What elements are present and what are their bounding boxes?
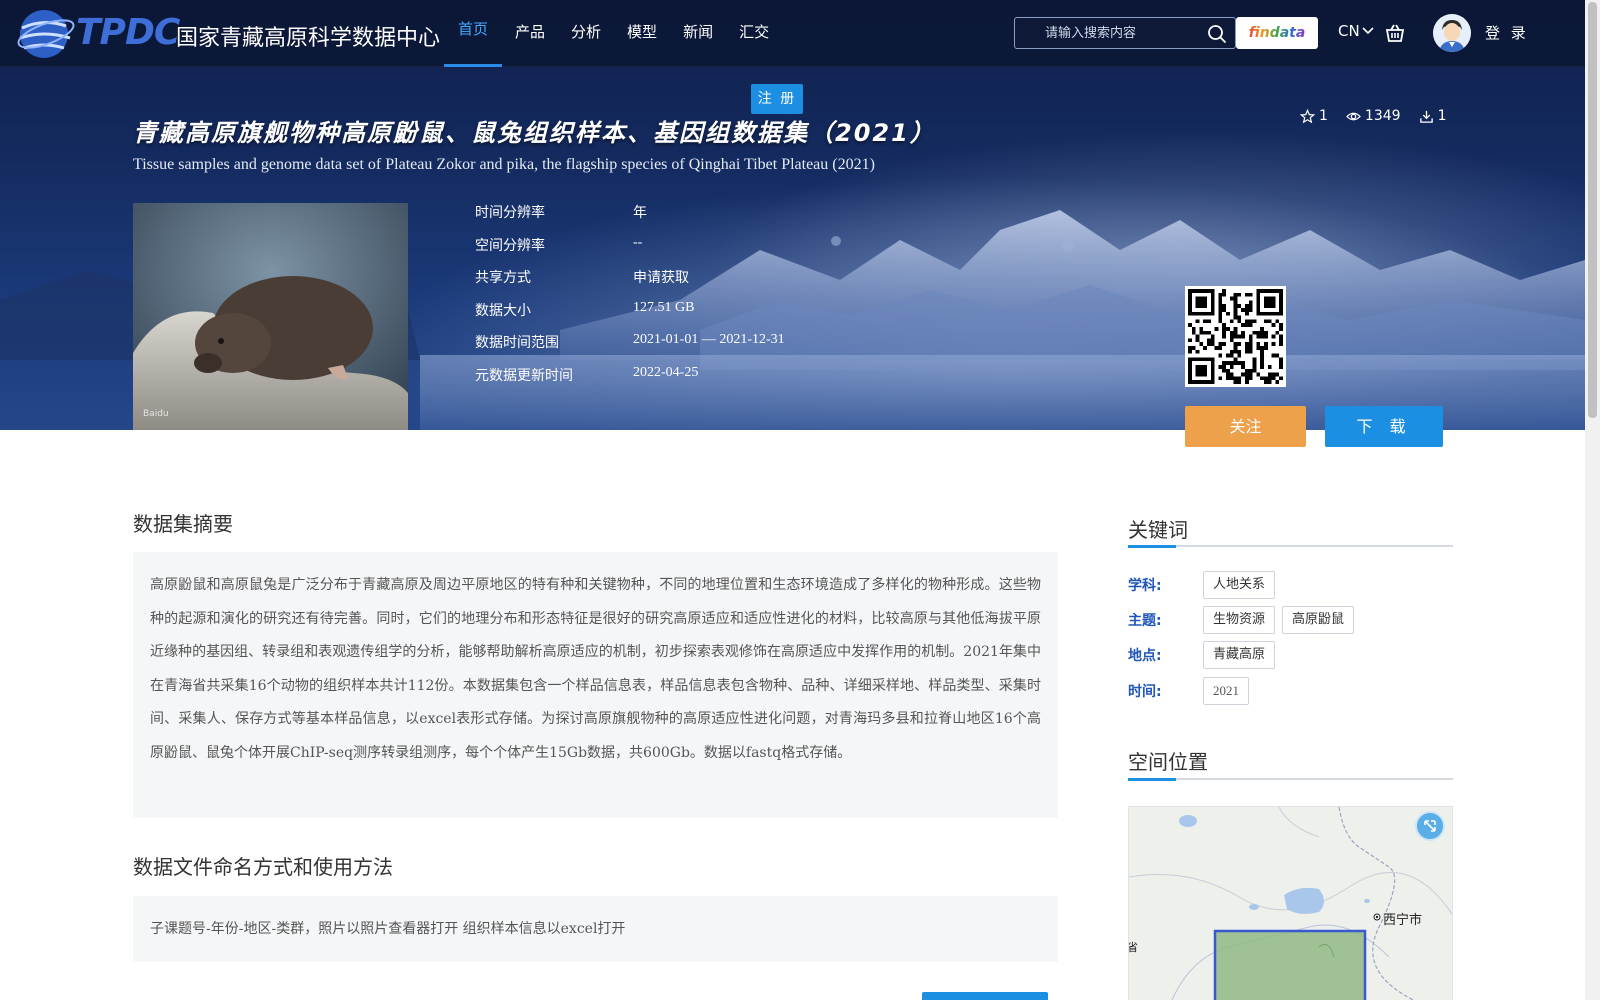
chevron-down-icon (1362, 27, 1374, 35)
keyword-label: 主题: (1128, 613, 1162, 629)
map-edge-label: 省 (1128, 941, 1138, 954)
search-box (1014, 17, 1236, 49)
keywords-heading: 关键词 (1128, 518, 1188, 542)
meta-label: 数据大小 (475, 302, 531, 319)
download-count: 1 (1419, 108, 1447, 124)
qr-code-image (1188, 289, 1283, 384)
map-city-label: 西宁市 (1383, 913, 1423, 928)
search-input[interactable] (1045, 18, 1205, 48)
page-scrollbar[interactable] (1585, 0, 1600, 1000)
abstract-heading: 数据集摘要 (133, 512, 233, 536)
scrollbar-thumb[interactable] (1588, 2, 1597, 418)
findata-label: findata (1248, 25, 1306, 41)
keywords-underline (1128, 545, 1453, 548)
zokor-photo: Baidu (133, 203, 408, 430)
logo-abbreviation: TPDC (76, 12, 180, 53)
cart-icon[interactable] (1384, 22, 1406, 44)
site-name: 国家青藏高原科学数据中心 (176, 26, 441, 51)
abstract-panel: 高原鼢鼠和高原鼠兔是广泛分布于青藏高原及周边平原地区的特有种和关键物种，不同的地… (133, 552, 1058, 818)
keyword-tag[interactable]: 高原鼢鼠 (1282, 606, 1355, 634)
dataset-title-cn: 青藏高原旗舰物种高原鼢鼠、鼠兔组织样本、基因组数据集（2021） (133, 119, 936, 147)
keyword-tags: 生物资源 高原鼢鼠 (1203, 606, 1355, 634)
nav-submit[interactable]: 汇交 (726, 0, 782, 67)
location-heading: 空间位置 (1128, 750, 1208, 774)
section-action-button[interactable] (922, 992, 1048, 1000)
view-count-value: 1349 (1364, 108, 1401, 124)
keyword-tag[interactable]: 青藏高原 (1203, 641, 1276, 669)
abstract-text: 高原鼢鼠和高原鼠兔是广泛分布于青藏高原及周边平原地区的特有种和关键物种，不同的地… (150, 577, 1041, 761)
meta-label: 数据时间范围 (475, 335, 559, 351)
keyword-tag[interactable]: 人地关系 (1203, 571, 1276, 599)
star-count-value: 1 (1319, 108, 1328, 124)
dataset-title-en: Tissue samples and genome data set of Pl… (133, 156, 875, 173)
download-button[interactable]: 下 载 (1325, 406, 1443, 447)
main-nav: 首页 产品 分析 模型 新闻 汇交 (444, 0, 782, 67)
language-label: CN (1338, 22, 1360, 40)
file-naming-panel: 子课题号-年份-地区-类群，照片以照片查看器打开 组织样本信息以excel打开 (133, 896, 1058, 962)
meta-label: 元数据更新时间 (475, 367, 573, 384)
nav-products[interactable]: 产品 (502, 0, 558, 67)
location-underline (1128, 778, 1453, 781)
meta-value: 2022-04-25 (633, 364, 699, 380)
location-map[interactable]: 西宁市 省 (1128, 806, 1453, 1000)
keyword-tag[interactable]: 2021 (1203, 677, 1249, 705)
nav-news[interactable]: 新闻 (670, 0, 726, 67)
fullscreen-icon (1424, 820, 1436, 832)
file-naming-text: 子课题号-年份-地区-类群，照片以照片查看器打开 组织样本信息以excel打开 (150, 921, 626, 937)
keyword-tags: 2021 (1203, 677, 1249, 705)
star-count[interactable]: 1 (1300, 108, 1328, 124)
meta-value: 2021-01-01 — 2021-12-31 (633, 332, 785, 347)
qr-code (1185, 286, 1286, 387)
globe-logo-icon (17, 10, 75, 58)
meta-value: 127.51 GB (633, 299, 695, 315)
language-switch[interactable]: CN (1338, 22, 1374, 40)
expand-icon[interactable] (1415, 811, 1445, 841)
meta-value: 申请获取 (633, 270, 689, 286)
file-naming-heading: 数据文件命名方式和使用方法 (133, 855, 393, 879)
view-count: 1349 (1345, 108, 1401, 124)
follow-button[interactable]: 关注 (1185, 406, 1306, 447)
meta-value: -- (633, 234, 643, 250)
avatar[interactable] (1433, 14, 1471, 52)
findata-button[interactable]: findata (1236, 17, 1318, 49)
nav-models[interactable]: 模型 (614, 0, 670, 67)
download-icon (1419, 110, 1433, 123)
keyword-tags: 人地关系 (1203, 571, 1276, 599)
thumbnail-watermark: Baidu (143, 409, 169, 419)
nav-analysis[interactable]: 分析 (558, 0, 614, 67)
keyword-tags: 青藏高原 (1203, 641, 1276, 669)
register-button[interactable]: 注 册 (751, 84, 803, 114)
login-link[interactable]: 登 录 (1485, 22, 1529, 43)
map-canvas (1129, 807, 1452, 1000)
search-icon[interactable] (1207, 24, 1227, 44)
keyword-tag[interactable]: 生物资源 (1203, 606, 1276, 634)
meta-label: 共享方式 (475, 270, 531, 286)
meta-label: 空间分辨率 (475, 237, 545, 254)
download-count-value: 1 (1437, 108, 1447, 124)
top-navbar: TPDC 国家青藏高原科学数据中心 首页 产品 分析 模型 新闻 汇交 find… (0, 0, 1585, 67)
keyword-label: 时间: (1128, 684, 1162, 700)
eye-icon (1345, 112, 1361, 120)
keyword-label: 学科: (1128, 578, 1162, 594)
nav-home[interactable]: 首页 (444, 0, 503, 67)
user-avatar-icon (1433, 14, 1471, 52)
meta-value: 年 (633, 205, 647, 221)
site-logo[interactable]: TPDC 国家青藏高原科学数据中心 (16, 4, 440, 64)
keyword-label: 地点: (1128, 648, 1162, 664)
dataset-stats: 1 1349 1 (1300, 108, 1446, 124)
meta-label: 时间分辨率 (475, 205, 545, 221)
dataset-thumbnail: Baidu (133, 203, 408, 430)
star-icon (1300, 108, 1315, 123)
